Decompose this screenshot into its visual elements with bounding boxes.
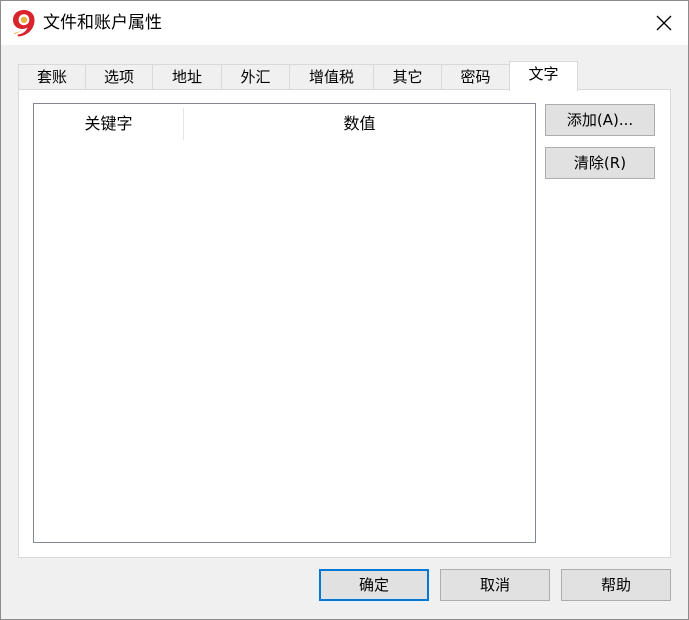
add-button[interactable]: 添加(A)... — [545, 104, 655, 136]
dialog-window: 文件和账户属性 套账 选项 地址 外汇 增值税 其它 密码 文字 关键字 数值 … — [0, 0, 689, 620]
column-header-keyword[interactable]: 关键字 — [34, 104, 183, 140]
tab-forex[interactable]: 外汇 — [221, 64, 290, 90]
column-header-value[interactable]: 数值 — [184, 104, 535, 140]
close-button[interactable] — [641, 1, 687, 45]
column-header-label: 关键字 — [84, 114, 133, 133]
tab-label: 套账 — [36, 68, 67, 86]
app-logo-icon — [13, 10, 35, 37]
window-title: 文件和账户属性 — [43, 13, 162, 33]
tab-other[interactable]: 其它 — [373, 64, 442, 90]
tab-label: 增值税 — [308, 68, 354, 86]
column-header-label: 数值 — [343, 114, 376, 133]
tab-label: 地址 — [171, 68, 202, 86]
tab-label: 密码 — [460, 68, 491, 86]
tab-text[interactable]: 文字 — [509, 61, 578, 91]
close-icon — [656, 15, 672, 31]
title-bar[interactable]: 文件和账户属性 — [1, 1, 688, 45]
tab-options[interactable]: 选项 — [85, 64, 153, 90]
ok-button[interactable]: 确定 — [319, 569, 429, 601]
tab-ledger[interactable]: 套账 — [18, 64, 86, 90]
tab-password[interactable]: 密码 — [441, 64, 510, 90]
tab-label: 其它 — [392, 68, 423, 86]
tab-label: 外汇 — [240, 68, 271, 86]
cancel-button[interactable]: 取消 — [440, 569, 550, 601]
keyword-value-list[interactable]: 关键字 数值 — [33, 103, 536, 543]
tab-label: 选项 — [103, 68, 134, 86]
clear-button[interactable]: 清除(R) — [545, 147, 655, 179]
tab-label: 文字 — [528, 65, 559, 83]
tab-vat[interactable]: 增值税 — [289, 64, 374, 90]
help-button[interactable]: 帮助 — [561, 569, 671, 601]
tab-address[interactable]: 地址 — [152, 64, 222, 90]
tab-panel-text: 关键字 数值 添加(A)... 清除(R) — [18, 89, 671, 558]
